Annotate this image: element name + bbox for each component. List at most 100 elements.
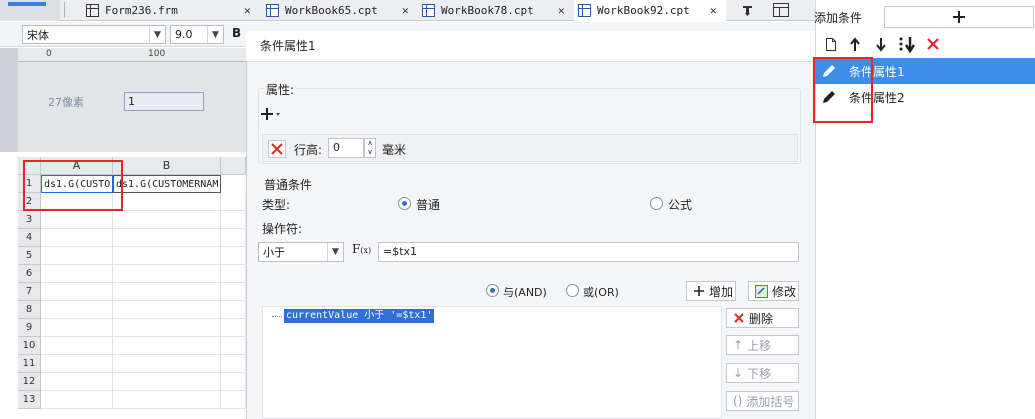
layout-toggle-button[interactable]	[772, 2, 792, 20]
add-condition-plus-button[interactable]	[884, 6, 1034, 28]
tab-label: WorkBook78.cpt	[441, 4, 534, 17]
close-icon	[269, 141, 285, 157]
table-cell[interactable]	[113, 229, 221, 247]
row-header[interactable]: 12	[18, 373, 41, 391]
condition-item[interactable]: currentValue 小于 '=$tx1'	[284, 309, 435, 323]
formula-button[interactable]: F(x)	[352, 242, 372, 262]
chevron-up-icon: ∧	[367, 139, 373, 147]
table-cell[interactable]	[221, 247, 246, 265]
tab-workbook78[interactable]: WorkBook78.cpt ✕	[418, 0, 568, 21]
chevron-down-icon: ▼	[207, 26, 223, 43]
workbook-icon	[422, 4, 435, 17]
or-radio[interactable]	[566, 284, 579, 297]
sort-item-button[interactable]	[898, 36, 918, 54]
operator-label: 操作符:	[262, 222, 303, 236]
table-cell[interactable]	[221, 355, 246, 373]
table-cell[interactable]	[41, 247, 113, 265]
move-up-button[interactable]: ↑ 上移	[726, 335, 799, 355]
arrow-down-icon: ↓	[733, 366, 744, 380]
type-formula-radio[interactable]	[650, 197, 663, 210]
table-cell[interactable]	[113, 193, 221, 211]
cell-b1[interactable]: ds1.G(CUSTOMERNAM	[113, 175, 221, 193]
type-normal-radio[interactable]	[398, 197, 411, 210]
table-cell[interactable]	[221, 301, 246, 319]
delete-item-button[interactable]	[926, 37, 942, 53]
delete-condition-button[interactable]: 删除	[726, 308, 799, 328]
ruler-mark: 0	[46, 49, 52, 59]
table-cell[interactable]	[113, 247, 221, 265]
table-cell[interactable]	[221, 265, 246, 283]
table-cell[interactable]	[113, 283, 221, 301]
table-cell[interactable]	[221, 373, 246, 391]
move-up-item-button[interactable]	[848, 37, 864, 53]
tab-workbook92[interactable]: WorkBook92.cpt ✕	[574, 0, 726, 21]
table-cell[interactable]	[113, 373, 221, 391]
column-header-b[interactable]: B	[113, 157, 221, 175]
bold-button[interactable]: B	[232, 26, 246, 43]
close-tab-icon[interactable]: ✕	[244, 4, 251, 17]
table-cell[interactable]	[113, 265, 221, 283]
add-condition-button[interactable]: 增加	[686, 281, 736, 301]
table-cell[interactable]	[221, 193, 246, 211]
table-cell[interactable]	[41, 337, 113, 355]
tab-menu-button[interactable]	[736, 0, 758, 21]
table-cell[interactable]	[41, 265, 113, 283]
table-cell[interactable]	[41, 211, 113, 229]
close-tab-icon[interactable]: ✕	[710, 4, 717, 17]
table-cell[interactable]	[41, 301, 113, 319]
table-cell[interactable]	[41, 373, 113, 391]
table-cell[interactable]	[41, 229, 113, 247]
table-cell[interactable]	[221, 211, 246, 229]
highlight-box	[23, 160, 123, 211]
new-file-icon	[824, 37, 840, 52]
table-cell[interactable]	[113, 319, 221, 337]
row-header[interactable]: 13	[18, 391, 41, 409]
row-header[interactable]: 11	[18, 355, 41, 373]
formula-value-input[interactable]: =$tx1	[378, 242, 799, 262]
design-text-box[interactable]: 1	[124, 92, 204, 111]
and-radio[interactable]	[486, 284, 499, 297]
tab-nav-left-button[interactable]	[64, 2, 76, 18]
move-down-button[interactable]: ↓ 下移	[726, 363, 799, 383]
move-down-item-button[interactable]	[874, 37, 890, 53]
table-cell[interactable]	[221, 229, 246, 247]
table-cell[interactable]	[113, 391, 221, 409]
font-name-select[interactable]: 宋体 ▼	[22, 25, 166, 44]
add-attribute-button[interactable]	[260, 104, 286, 124]
table-cell[interactable]	[221, 391, 246, 409]
row-header[interactable]: 10	[18, 337, 41, 355]
table-cell[interactable]	[113, 337, 221, 355]
table-cell[interactable]	[41, 283, 113, 301]
table-cell[interactable]	[221, 319, 246, 337]
table-cell[interactable]	[221, 283, 246, 301]
table-cell[interactable]	[113, 301, 221, 319]
remove-attribute-button[interactable]	[268, 140, 286, 158]
table-cell[interactable]	[221, 337, 246, 355]
table-cell[interactable]	[41, 319, 113, 337]
row-header[interactable]: 7	[18, 283, 41, 301]
row-header[interactable]: 5	[18, 247, 41, 265]
new-item-button[interactable]	[824, 37, 840, 53]
table-cell[interactable]	[41, 391, 113, 409]
modify-condition-button[interactable]: 修改	[748, 281, 799, 301]
close-tab-icon[interactable]: ✕	[402, 4, 409, 17]
table-cell[interactable]	[113, 211, 221, 229]
row-header[interactable]: 4	[18, 229, 41, 247]
table-cell[interactable]	[113, 355, 221, 373]
operator-select[interactable]: 小于 ▼	[258, 242, 344, 262]
row-header[interactable]: 3	[18, 211, 41, 229]
font-size-select[interactable]: 9.0 ▼	[170, 25, 224, 44]
row-header[interactable]: 8	[18, 301, 41, 319]
tab-workbook65[interactable]: WorkBook65.cpt ✕	[262, 0, 410, 21]
app-menu-button[interactable]	[0, 0, 60, 21]
add-bracket-button[interactable]: () 添加括号	[726, 391, 799, 411]
column-header-empty	[221, 157, 246, 175]
tab-form236[interactable]: Form236.frm ✕	[82, 0, 252, 21]
row-header[interactable]: 6	[18, 265, 41, 283]
row-header[interactable]: 9	[18, 319, 41, 337]
close-tab-icon[interactable]: ✕	[558, 4, 565, 17]
table-cell[interactable]	[41, 355, 113, 373]
row-height-input[interactable]: 0	[328, 138, 364, 158]
font-name-value: 宋体	[27, 28, 49, 42]
row-height-stepper[interactable]: ∧ ∨	[364, 138, 376, 158]
